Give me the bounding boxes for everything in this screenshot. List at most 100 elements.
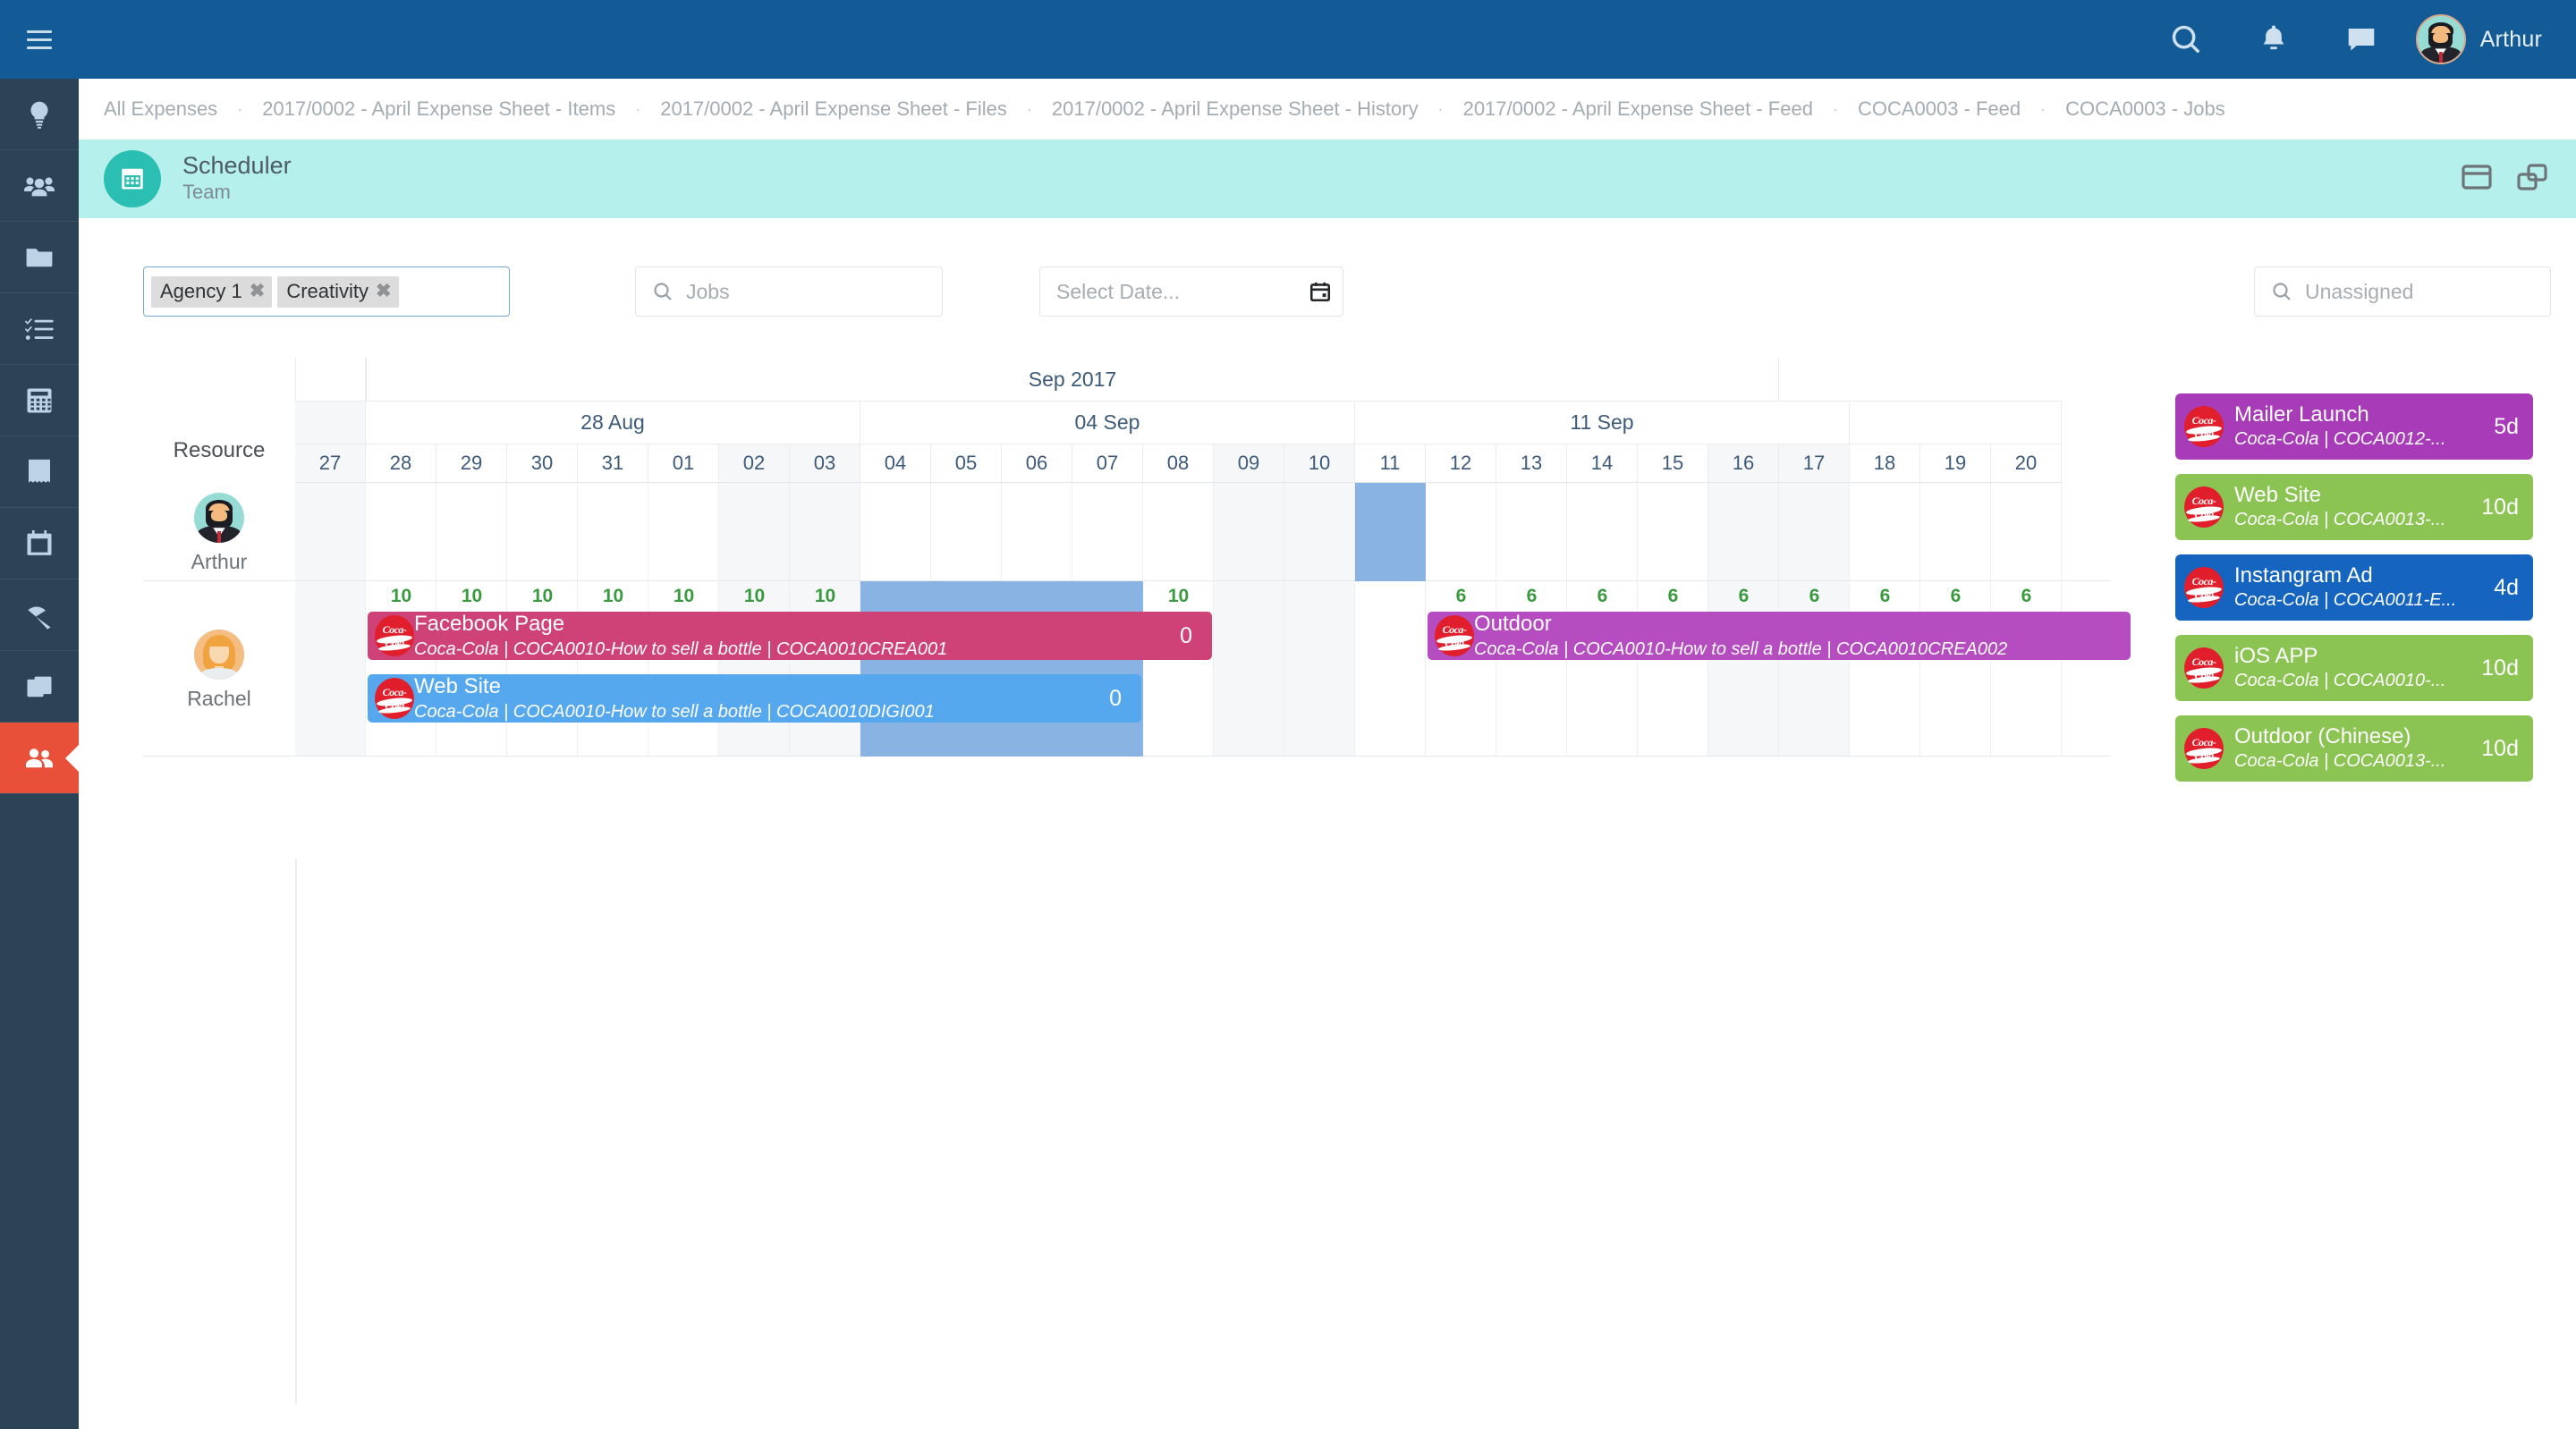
resource-cell[interactable]: Arthur xyxy=(143,483,295,580)
lane-day-cell[interactable] xyxy=(1072,483,1143,580)
lane-day-cell[interactable] xyxy=(1638,483,1708,580)
task-bar[interactable]: Coca-ColaWeb Site Coca-Cola | COCA0010-Ho… xyxy=(368,674,1141,723)
breadcrumb-item[interactable]: 2017/0002 - April Expense Sheet - Histor… xyxy=(1052,97,1419,121)
day-cell[interactable]: 31 xyxy=(578,444,648,483)
sidebar-item-timesheet[interactable] xyxy=(0,508,79,579)
lane-day-cell[interactable] xyxy=(719,483,790,580)
date-filter-box[interactable] xyxy=(1039,266,1343,317)
lane-day-cell[interactable] xyxy=(1143,483,1214,580)
jobs-search-box[interactable] xyxy=(635,266,943,317)
day-cell[interactable]: 02 xyxy=(719,444,790,483)
lane-day-cell[interactable] xyxy=(790,483,860,580)
search-icon[interactable] xyxy=(2142,0,2230,79)
filter-tag[interactable]: Creativity ✖ xyxy=(277,275,399,308)
sidebar-item-pin[interactable] xyxy=(0,579,79,651)
copy-icon xyxy=(27,676,52,697)
sidebar-item-expenses[interactable] xyxy=(0,436,79,508)
day-cell[interactable]: 28 xyxy=(366,444,436,483)
lane-day-cell[interactable] xyxy=(1284,483,1355,580)
lane-day-cell[interactable] xyxy=(1426,483,1496,580)
chat-icon[interactable] xyxy=(2318,0,2405,79)
lane-day-cell[interactable] xyxy=(860,483,931,580)
lane-day-cell[interactable] xyxy=(1214,483,1284,580)
lane-day-cell[interactable] xyxy=(1850,483,1920,580)
windows-cascade-icon[interactable] xyxy=(2517,163,2547,195)
unassigned-card[interactable]: Coca-Cola iOS APP Coca-Cola | COCA0010-...… xyxy=(2175,635,2533,701)
day-cell[interactable]: 08 xyxy=(1143,444,1214,483)
day-cell[interactable]: 19 xyxy=(1920,444,1991,483)
resource-filter-tags[interactable]: Agency 1 ✖ Creativity ✖ xyxy=(143,266,510,317)
lane-day-cell[interactable] xyxy=(366,483,436,580)
day-cell[interactable]: 17 xyxy=(1779,444,1850,483)
breadcrumb-item[interactable]: 2017/0002 - April Expense Sheet - Files xyxy=(660,97,1007,121)
selection-overlay[interactable] xyxy=(1355,483,1426,581)
hamburger-icon[interactable] xyxy=(0,0,79,79)
sidebar-item-tasks[interactable] xyxy=(0,293,79,365)
lane-day-cell[interactable] xyxy=(295,483,366,580)
day-cell[interactable]: 06 xyxy=(1002,444,1072,483)
unassigned-search-box[interactable] xyxy=(2254,266,2551,317)
sidebar-item-clients[interactable] xyxy=(0,150,79,222)
day-cell[interactable]: 14 xyxy=(1567,444,1638,483)
sidebar-item-projects[interactable] xyxy=(0,222,79,293)
lane-day-cell[interactable] xyxy=(1708,483,1779,580)
task-bar[interactable]: Coca-ColaOutdoor Coca-Cola | COCA0010-How… xyxy=(1428,612,2131,660)
sidebar-item-team-scheduler[interactable] xyxy=(0,723,79,794)
unassigned-card[interactable]: Coca-ColaMailer LaunchCoca-Cola | COCA00… xyxy=(2175,393,2533,460)
bell-icon[interactable] xyxy=(2230,0,2318,79)
breadcrumb-item[interactable]: 2017/0002 - April Expense Sheet - Feed xyxy=(1463,97,1813,121)
day-cell[interactable]: 07 xyxy=(1072,444,1143,483)
lane-day-cell[interactable] xyxy=(436,483,507,580)
day-cell[interactable]: 13 xyxy=(1496,444,1567,483)
day-cell[interactable]: 29 xyxy=(436,444,507,483)
lane-day-cell[interactable] xyxy=(1991,483,2062,580)
breadcrumb-item[interactable]: All Expenses xyxy=(104,97,217,121)
day-cell[interactable]: 18 xyxy=(1850,444,1920,483)
unassigned-card[interactable]: Coca-Cola Web Site Coca-Cola | COCA0013-..… xyxy=(2175,474,2533,540)
user-menu[interactable]: Arthur xyxy=(2415,14,2542,64)
resource-lane[interactable]: 1010101010101010666666666Coca-ColaFacebo… xyxy=(295,581,2131,757)
lane-day-cell[interactable] xyxy=(1567,483,1638,580)
sidebar-item-documents[interactable] xyxy=(0,651,79,723)
day-cell[interactable]: 12 xyxy=(1426,444,1496,483)
date-filter-input[interactable] xyxy=(1056,279,1296,304)
day-cell[interactable]: 09 xyxy=(1214,444,1284,483)
day-cell[interactable]: 03 xyxy=(790,444,860,483)
task-bar[interactable]: Coca-ColaFacebook Page Coca-Cola | COCA00… xyxy=(368,612,1212,660)
day-cell[interactable]: 16 xyxy=(1708,444,1779,483)
breadcrumb-item[interactable]: 2017/0002 - April Expense Sheet - Items xyxy=(262,97,615,121)
calendar-icon[interactable] xyxy=(1309,280,1332,303)
close-icon[interactable]: ✖ xyxy=(376,282,392,300)
day-cell[interactable]: 01 xyxy=(648,444,719,483)
lane-day-cell[interactable] xyxy=(507,483,578,580)
close-icon[interactable]: ✖ xyxy=(250,282,266,300)
unassigned-card[interactable]: Coca-Cola Outdoor (Chinese) Coca-Cola | CO… xyxy=(2175,715,2533,782)
lane-day-cell[interactable] xyxy=(1496,483,1567,580)
unassigned-search-input[interactable] xyxy=(2305,279,2534,304)
breadcrumb-item[interactable]: COCA0003 - Jobs xyxy=(2065,97,2225,121)
window-icon[interactable] xyxy=(2462,164,2492,195)
lane-day-cell[interactable] xyxy=(931,483,1002,580)
day-cell[interactable]: 27 xyxy=(295,444,366,483)
lane-day-cell[interactable] xyxy=(1779,483,1850,580)
lane-day-cell[interactable] xyxy=(578,483,648,580)
filter-tag[interactable]: Agency 1 ✖ xyxy=(151,275,273,308)
resource-lane[interactable] xyxy=(295,483,2111,581)
resource-cell[interactable]: Rachel xyxy=(143,581,295,756)
unassigned-card[interactable]: Coca-ColaInstangram AdCoca-Cola | COCA00… xyxy=(2175,554,2533,621)
day-cell[interactable]: 04 xyxy=(860,444,931,483)
day-cell[interactable]: 11 xyxy=(1355,444,1426,483)
sidebar-item-budget[interactable] xyxy=(0,365,79,436)
day-cell[interactable]: 10 xyxy=(1284,444,1355,483)
capacity-cell xyxy=(295,581,366,612)
lane-day-cell[interactable] xyxy=(648,483,719,580)
day-cell[interactable]: 20 xyxy=(1991,444,2062,483)
jobs-search-input[interactable] xyxy=(686,279,926,304)
day-cell[interactable]: 30 xyxy=(507,444,578,483)
sidebar-item-ideas[interactable] xyxy=(0,79,79,150)
day-cell[interactable]: 05 xyxy=(931,444,1002,483)
lane-day-cell[interactable] xyxy=(1920,483,1991,580)
lane-day-cell[interactable] xyxy=(1002,483,1072,580)
day-cell[interactable]: 15 xyxy=(1638,444,1708,483)
breadcrumb-item[interactable]: COCA0003 - Feed xyxy=(1858,97,2021,121)
